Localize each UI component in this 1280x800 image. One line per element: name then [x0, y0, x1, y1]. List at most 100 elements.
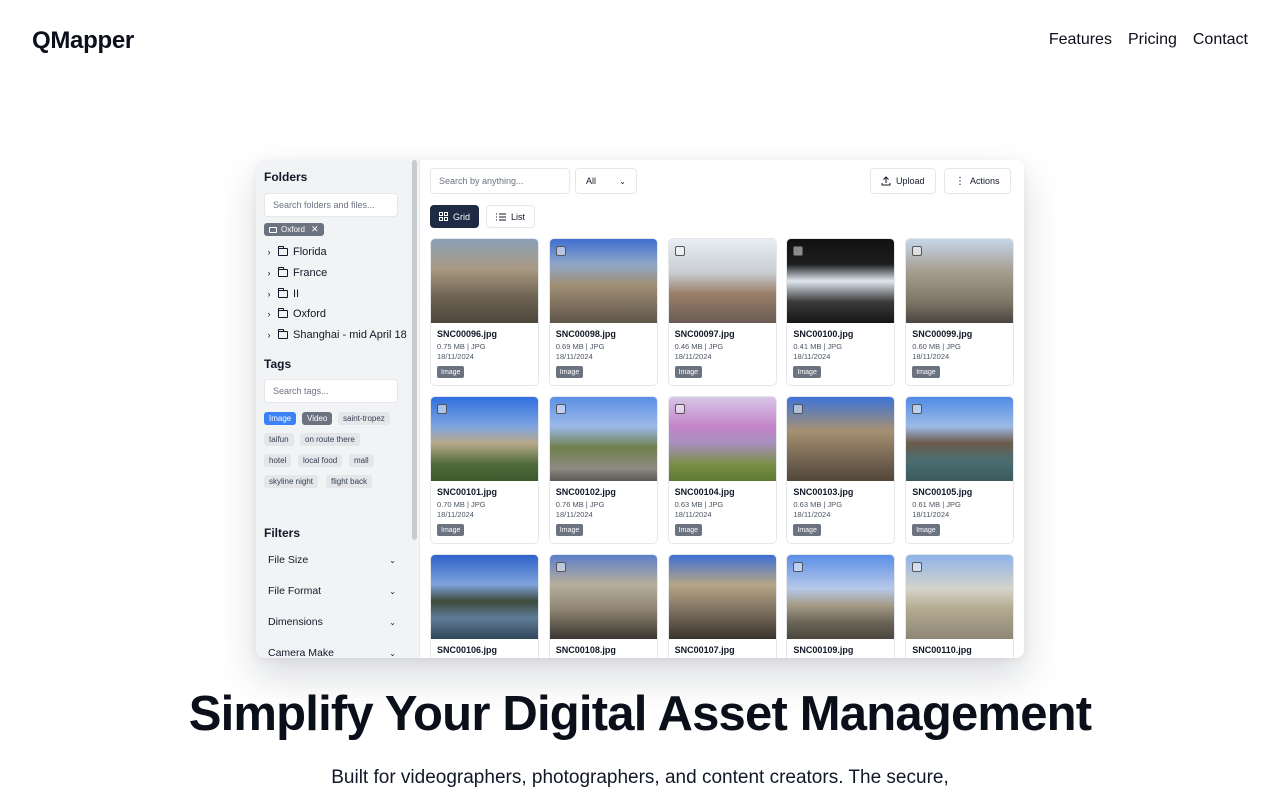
tag-image[interactable]: Image — [264, 412, 297, 425]
chevron-right-icon[interactable]: › — [264, 289, 274, 299]
asset-card[interactable]: SNC00096.jpg 0.75 MB | JPG 18/11/2024 Image — [430, 238, 539, 386]
asset-select-checkbox[interactable] — [912, 562, 923, 572]
tag-taifun[interactable]: taifun — [264, 433, 294, 446]
filter-file-format[interactable]: File Format ⌄ — [262, 578, 402, 604]
chevron-right-icon[interactable]: › — [264, 268, 274, 278]
list-view-button[interactable]: List — [486, 205, 536, 228]
tag-flight-back[interactable]: flight back — [326, 475, 373, 488]
asset-card[interactable]: SNC00104.jpg 0.63 MB | JPG 18/11/2024 Image — [667, 396, 777, 544]
upload-icon — [881, 176, 891, 186]
folder-item-ii[interactable]: › II — [264, 285, 299, 303]
list-view-label: List — [511, 211, 526, 222]
asset-size-format: 0.63 MB | JPG — [793, 500, 843, 509]
asset-card[interactable]: SNC00107.jpg — [667, 554, 777, 658]
asset-thumbnail[interactable] — [787, 239, 895, 323]
asset-thumbnail[interactable] — [787, 397, 895, 481]
grid-view-button[interactable]: Grid — [430, 205, 480, 228]
asset-thumbnail[interactable] — [906, 239, 1014, 323]
nav-link-pricing[interactable]: Pricing — [1128, 31, 1177, 49]
close-icon[interactable]: ✕ — [311, 224, 319, 235]
asset-card[interactable]: SNC00101.jpg 0.70 MB | JPG 18/11/2024 Image — [430, 396, 539, 544]
asset-thumbnail[interactable] — [431, 397, 538, 481]
folders-search-input[interactable] — [264, 193, 398, 217]
filter-file-size[interactable]: File Size ⌄ — [262, 547, 402, 573]
tag-saint-tropez[interactable]: saint-tropez — [338, 412, 390, 425]
asset-card[interactable]: SNC00105.jpg 0.61 MB | JPG 18/11/2024 Image — [905, 396, 1015, 544]
asset-card[interactable]: SNC00098.jpg 0.69 MB | JPG 18/11/2024 Image — [548, 238, 658, 386]
asset-card[interactable]: SNC00106.jpg — [430, 554, 539, 658]
asset-thumbnail[interactable] — [668, 397, 776, 481]
selected-folder-label: Oxford — [281, 225, 306, 234]
asset-date: 18/11/2024 — [555, 352, 593, 361]
asset-select-checkbox[interactable] — [555, 562, 566, 572]
chevron-down-icon: ⌄ — [619, 176, 626, 186]
asset-thumbnail[interactable] — [431, 555, 538, 639]
chevron-right-icon[interactable]: › — [264, 247, 274, 257]
more-vertical-icon: ⋮ — [955, 175, 965, 187]
asset-search-input[interactable] — [430, 168, 570, 194]
asset-card[interactable]: SNC00102.jpg 0.76 MB | JPG 18/11/2024 Image — [548, 396, 658, 544]
asset-type-badge: Image — [674, 524, 703, 536]
folder-item-france[interactable]: › France — [264, 264, 327, 282]
asset-filename: SNC00103.jpg — [793, 487, 854, 497]
folder-icon — [278, 246, 288, 256]
brand-logo[interactable]: QMapper — [32, 27, 134, 55]
tag-on-route-there[interactable]: on route there — [300, 433, 360, 446]
tag-video[interactable]: Video — [302, 412, 333, 425]
asset-select-checkbox[interactable] — [912, 246, 923, 256]
tags-search-input[interactable] — [264, 379, 398, 403]
filters-heading: Filters — [264, 526, 301, 540]
asset-card[interactable]: SNC00108.jpg — [548, 554, 658, 658]
asset-select-checkbox[interactable] — [793, 562, 804, 572]
asset-card[interactable]: SNC00099.jpg 0.60 MB | JPG 18/11/2024 Image — [905, 238, 1015, 386]
upload-button[interactable]: Upload — [870, 168, 936, 194]
asset-thumbnail[interactable] — [549, 239, 657, 323]
asset-select-checkbox[interactable] — [674, 246, 685, 256]
asset-select-checkbox[interactable] — [555, 404, 566, 414]
asset-filename: SNC00104.jpg — [674, 487, 735, 497]
asset-thumbnail[interactable] — [668, 239, 776, 323]
tag-skyline-night[interactable]: skyline night — [264, 475, 319, 488]
asset-thumbnail[interactable] — [906, 555, 1014, 639]
asset-select-checkbox[interactable] — [793, 246, 804, 256]
folder-item-oxford[interactable]: › Oxford — [264, 305, 326, 323]
asset-select-checkbox[interactable] — [912, 404, 923, 414]
tag-mall[interactable]: mall — [349, 454, 374, 467]
chevron-right-icon[interactable]: › — [264, 330, 274, 340]
asset-thumbnail[interactable] — [549, 397, 657, 481]
actions-button[interactable]: ⋮ Actions — [944, 168, 1011, 194]
asset-select-checkbox[interactable] — [437, 404, 447, 414]
upload-label: Upload — [896, 176, 925, 186]
asset-size-format: 0.60 MB | JPG — [912, 342, 961, 351]
asset-select-checkbox[interactable] — [555, 246, 566, 256]
asset-card[interactable]: SNC00110.jpg — [905, 554, 1015, 658]
asset-thumbnail[interactable] — [431, 239, 538, 323]
tag-local-food[interactable]: local food — [298, 454, 343, 467]
folder-item-shanghai[interactable]: › Shanghai - mid April 18 — [264, 326, 407, 344]
nav-link-features[interactable]: Features — [1049, 31, 1112, 49]
asset-card[interactable]: SNC00097.jpg 0.46 MB | JPG 18/11/2024 Image — [667, 238, 777, 386]
nav-link-contact[interactable]: Contact — [1193, 31, 1248, 49]
folder-item-florida[interactable]: › Florida — [264, 243, 327, 261]
asset-thumbnail[interactable] — [549, 555, 657, 639]
sidebar-scrollbar[interactable] — [412, 160, 418, 658]
asset-card[interactable]: SNC00100.jpg 0.41 MB | JPG 18/11/2024 Image — [786, 238, 896, 386]
filter-dimensions[interactable]: Dimensions ⌄ — [262, 609, 402, 635]
filter-camera-make[interactable]: Camera Make ⌄ — [262, 640, 402, 658]
asset-thumbnail[interactable] — [906, 397, 1014, 481]
asset-thumbnail[interactable] — [787, 555, 895, 639]
asset-card[interactable]: SNC00103.jpg 0.63 MB | JPG 18/11/2024 Image — [786, 396, 896, 544]
asset-size-format: 0.75 MB | JPG — [437, 342, 486, 351]
asset-select-checkbox[interactable] — [674, 404, 685, 414]
asset-date: 18/11/2024 — [793, 510, 831, 519]
asset-card[interactable]: SNC00109.jpg — [786, 554, 896, 658]
top-nav: QMapper Features Pricing Contact — [0, 0, 1280, 80]
asset-thumbnail[interactable] — [668, 555, 776, 639]
chevron-right-icon[interactable]: › — [264, 309, 274, 319]
tag-hotel[interactable]: hotel — [264, 454, 292, 467]
selected-folder-chip[interactable]: Oxford ✕ — [264, 223, 324, 236]
asset-select-checkbox[interactable] — [793, 404, 804, 414]
type-select-value: All — [586, 176, 597, 186]
actions-label: Actions — [970, 176, 1000, 186]
type-select[interactable]: All ⌄ — [575, 168, 637, 194]
